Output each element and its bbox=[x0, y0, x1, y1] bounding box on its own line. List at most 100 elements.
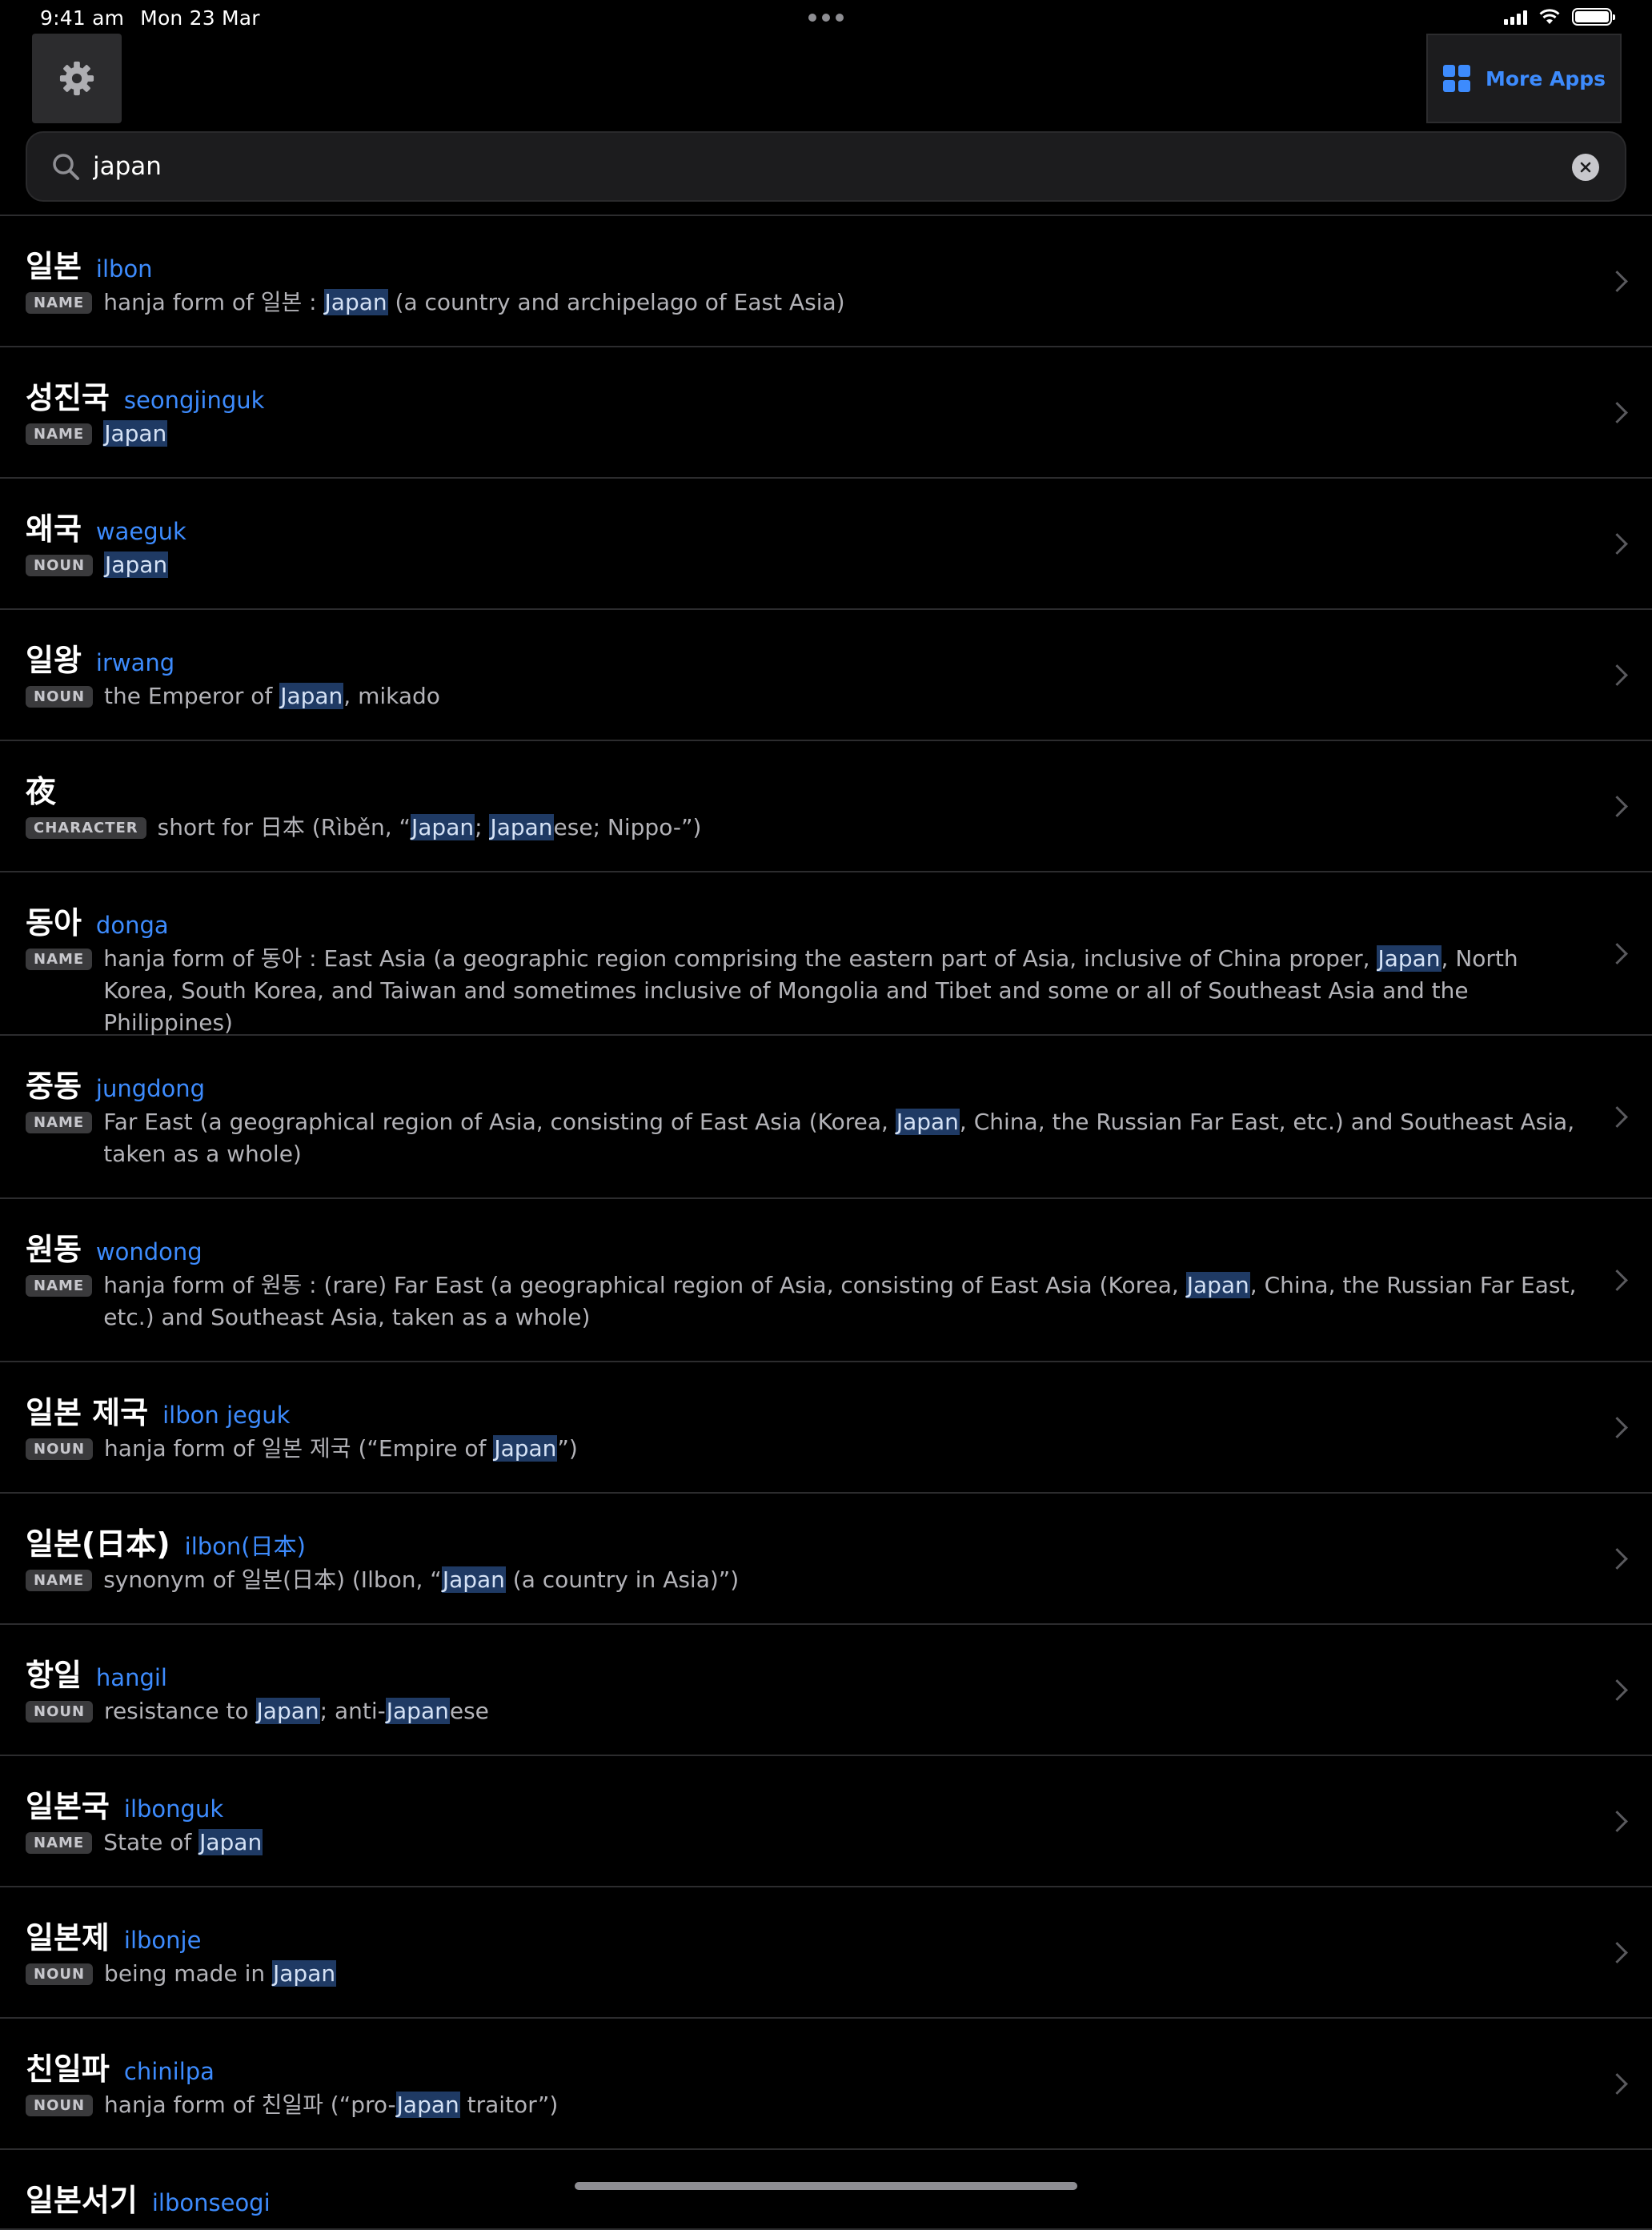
settings-button[interactable] bbox=[32, 34, 122, 123]
part-of-speech-badge: NOUN bbox=[26, 1963, 94, 1985]
romanization: wondong bbox=[95, 1238, 202, 1265]
definition-text: the Emperor of Japan, mikado bbox=[104, 680, 440, 712]
definition-segment: traitor”) bbox=[459, 2092, 559, 2118]
headword: 왜국 bbox=[26, 511, 82, 547]
chevron-right-icon bbox=[1606, 1106, 1628, 1128]
part-of-speech-badge: NOUN bbox=[26, 686, 94, 708]
romanization: ilbon bbox=[95, 255, 153, 283]
romanization: waeguk bbox=[95, 518, 186, 545]
battery-icon bbox=[1572, 8, 1615, 26]
definition-text: Japan bbox=[103, 418, 168, 450]
headword: 夜 bbox=[26, 774, 57, 809]
romanization: ilbon jeguk bbox=[162, 1402, 291, 1429]
part-of-speech-badge: NAME bbox=[26, 1832, 93, 1854]
result-row[interactable]: 항일 hangil NOUN resistance to Japan; anti-Ja… bbox=[0, 1625, 1652, 1756]
chevron-right-icon bbox=[1606, 271, 1628, 292]
definition-text: hanja form of 원동 : (rare) Far East (a ge… bbox=[103, 1269, 1580, 1334]
headword: 일본서기 bbox=[26, 2183, 138, 2218]
home-indicator[interactable] bbox=[575, 2182, 1077, 2190]
chevron-right-icon bbox=[1606, 1417, 1628, 1438]
gear-icon bbox=[59, 61, 94, 96]
definition-segment: ; bbox=[475, 814, 490, 840]
search-highlight: Japan bbox=[103, 420, 168, 447]
result-row[interactable]: 동아 donga NAME hanja form of 동아 : East Asia … bbox=[0, 872, 1652, 1036]
result-row[interactable]: 일본제 ilbonje NOUN being made in Japan bbox=[0, 1887, 1652, 2019]
definition-segment: resistance to bbox=[104, 1698, 256, 1724]
headword: 일본 bbox=[26, 249, 82, 284]
part-of-speech-badge: NOUN bbox=[26, 2095, 94, 2116]
headword: 원동 bbox=[26, 1232, 82, 1267]
romanization: jungdong bbox=[95, 1075, 206, 1102]
chevron-right-icon bbox=[1606, 664, 1628, 686]
result-row[interactable]: 왜국 waeguk NOUN Japan bbox=[0, 479, 1652, 610]
more-apps-button[interactable]: More Apps bbox=[1426, 34, 1622, 123]
result-row[interactable]: 중동 jungdong NAME Far East (a geographical r… bbox=[0, 1036, 1652, 1199]
result-row[interactable]: 일왕 irwang NOUN the Emperor of Japan, mikado bbox=[0, 610, 1652, 741]
result-row[interactable]: 성진국 seongjinguk NAME Japan bbox=[0, 347, 1652, 479]
definition-segment: hanja form of 동아 : East Asia (a geograph… bbox=[103, 945, 1377, 972]
definition-segment: (a country in Asia)”) bbox=[505, 1566, 740, 1593]
chevron-right-icon bbox=[1606, 1679, 1628, 1701]
chevron-right-icon bbox=[1606, 533, 1628, 555]
clear-search-button[interactable] bbox=[1572, 154, 1599, 181]
search-highlight: Japan bbox=[1185, 1272, 1250, 1298]
chevron-right-icon bbox=[1606, 796, 1628, 817]
status-bar: 9:41 am Mon 23 Mar bbox=[0, 0, 1652, 38]
grid-icon bbox=[1442, 65, 1470, 92]
definition-text: synonym of 일본(日本) (Ilbon, “Japan (a coun… bbox=[103, 1564, 739, 1596]
more-apps-label: More Apps bbox=[1485, 66, 1606, 90]
search-highlight: Japan bbox=[279, 683, 344, 709]
search-highlight: Japan bbox=[489, 814, 554, 840]
search-highlight: Japan bbox=[272, 1960, 337, 1987]
definition-text: hanja form of 친일파 (“pro-Japan traitor”) bbox=[104, 2089, 558, 2121]
result-row[interactable]: 일본(日本) ilbon(日本) NAME synonym of 일본(日本) (Il… bbox=[0, 1494, 1652, 1625]
status-date: Mon 23 Mar bbox=[140, 6, 260, 30]
definition-text: Far East (a geographical region of Asia,… bbox=[103, 1106, 1580, 1170]
romanization: hangil bbox=[95, 1664, 167, 1691]
result-row[interactable]: 夜 CHARACTER short for 日本 (Rìběn, “Japan; J… bbox=[0, 741, 1652, 872]
chevron-right-icon bbox=[1606, 943, 1628, 965]
search-highlight: Japan bbox=[395, 2092, 460, 2118]
search-bar[interactable] bbox=[26, 131, 1626, 202]
headword: 일본제 bbox=[26, 1920, 110, 1955]
multitasking-dots-icon[interactable] bbox=[808, 14, 844, 22]
search-highlight: Japan bbox=[104, 551, 169, 578]
part-of-speech-badge: NAME bbox=[26, 1112, 93, 1133]
search-icon bbox=[53, 154, 79, 180]
chevron-right-icon bbox=[1606, 402, 1628, 423]
result-row[interactable]: 일본 제국 ilbon jeguk NOUN hanja form of 일본 제국 … bbox=[0, 1362, 1652, 1494]
result-row[interactable]: 친일파 chinilpa NOUN hanja form of 친일파 (“pro-J… bbox=[0, 2019, 1652, 2150]
definition-text: being made in Japan bbox=[104, 1958, 337, 1990]
result-row[interactable]: 일본국 ilbonguk NAME State of Japan bbox=[0, 1756, 1652, 1887]
definition-segment: hanja form of 친일파 (“pro- bbox=[104, 2092, 396, 2118]
part-of-speech-badge: NAME bbox=[26, 949, 93, 970]
result-row[interactable]: 일본서기 ilbonseogi bbox=[0, 2150, 1652, 2230]
search-input[interactable] bbox=[93, 144, 1534, 189]
part-of-speech-badge: NAME bbox=[26, 292, 93, 314]
result-row[interactable]: 일본 ilbon NAME hanja form of 일본 : Japan (a c… bbox=[0, 216, 1652, 347]
search-highlight: Japan bbox=[255, 1698, 320, 1724]
definition-segment: short for 日本 (Rìběn, “ bbox=[157, 814, 411, 840]
definition-segment: , mikado bbox=[343, 683, 440, 709]
romanization: ilbonje bbox=[123, 1927, 202, 1954]
result-row[interactable]: 원동 wondong NAME hanja form of 원동 : (rare) F… bbox=[0, 1199, 1652, 1362]
definition-segment: hanja form of 일본 : bbox=[103, 289, 324, 315]
romanization: chinilpa bbox=[123, 2058, 215, 2085]
part-of-speech-badge: NAME bbox=[26, 423, 93, 445]
chevron-right-icon bbox=[1606, 1548, 1628, 1570]
search-highlight: Japan bbox=[411, 814, 475, 840]
definition-segment: ; anti- bbox=[319, 1698, 386, 1724]
definition-text: State of Japan bbox=[103, 1827, 263, 1859]
wifi-icon bbox=[1539, 9, 1560, 24]
definition-segment: being made in bbox=[104, 1960, 273, 1987]
definition-segment: (a country and archipelago of East Asia) bbox=[387, 289, 845, 315]
part-of-speech-badge: CHARACTER bbox=[26, 817, 146, 839]
definition-segment: synonym of 일본(日本) (Ilbon, “ bbox=[103, 1566, 442, 1593]
definition-text: hanja form of 동아 : East Asia (a geograph… bbox=[103, 943, 1580, 1039]
chevron-right-icon bbox=[1606, 1269, 1628, 1291]
part-of-speech-badge: NOUN bbox=[26, 555, 94, 576]
headword: 동아 bbox=[26, 905, 82, 941]
part-of-speech-badge: NAME bbox=[26, 1570, 93, 1591]
definition-segment: ese bbox=[449, 1698, 489, 1724]
definition-segment: hanja form of 원동 : (rare) Far East (a ge… bbox=[103, 1272, 1186, 1298]
